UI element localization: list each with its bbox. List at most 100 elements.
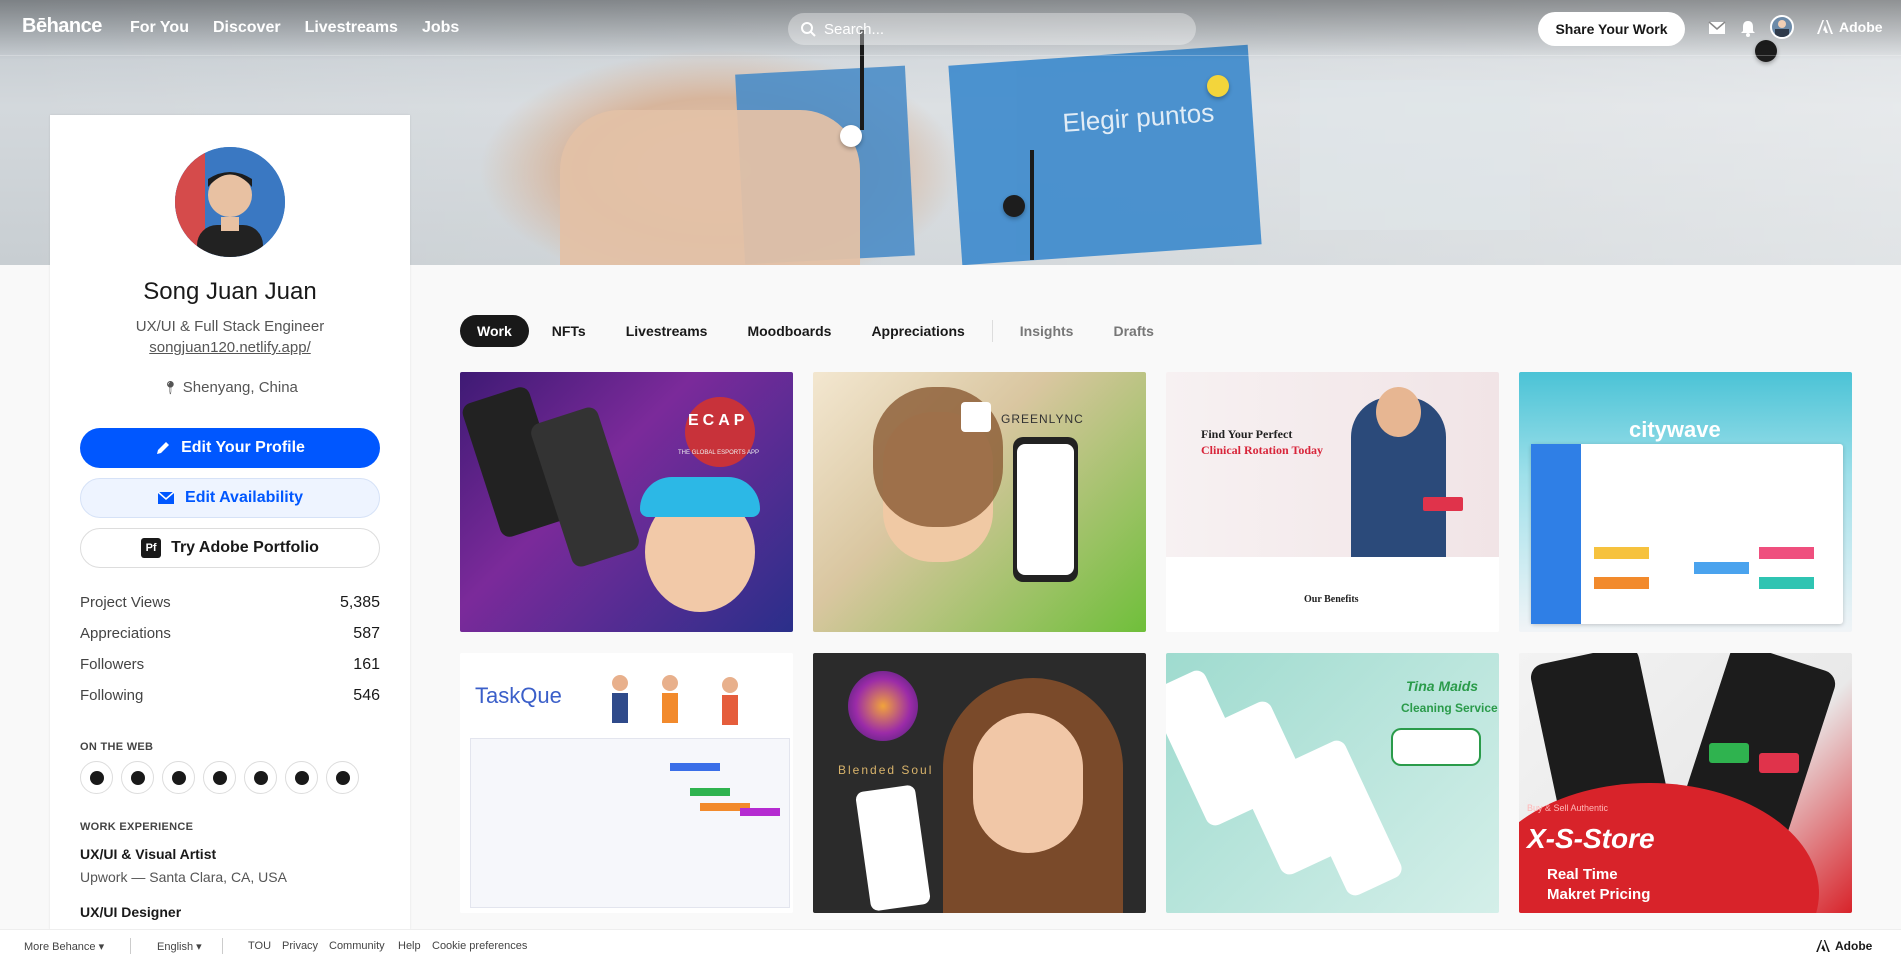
tab-nfts[interactable]: NFTs (535, 315, 603, 347)
language-selector[interactable]: English ▾ (157, 940, 202, 953)
tab-appreciations[interactable]: Appreciations (854, 315, 981, 347)
nav-for-you[interactable]: For You (130, 19, 189, 37)
banner-pin (840, 125, 862, 147)
footer-divider (130, 938, 131, 954)
project-card[interactable]: TaskQue (460, 653, 793, 913)
footer-link-community[interactable]: Community (329, 940, 385, 952)
footer-link-cookies[interactable]: Cookie preferences (432, 940, 527, 952)
project-card[interactable]: ECAP THE GLOBAL ESPORTS APP (460, 372, 793, 632)
woman-face (973, 713, 1083, 853)
profile-website-link[interactable]: songjuan120.netlify.app/ (50, 339, 410, 356)
adobe-icon (1816, 940, 1830, 952)
footer-link-help[interactable]: Help (398, 940, 421, 952)
gantt-bar (690, 788, 730, 796)
behance-logo[interactable]: Bēhance (22, 15, 102, 38)
phone-screen (1017, 444, 1074, 575)
linkedin-icon[interactable] (121, 761, 154, 794)
stat-value: 587 (353, 625, 380, 642)
project-extra: Makret Pricing (1547, 886, 1651, 903)
try-adobe-portfolio-button[interactable]: Pf Try Adobe Portfolio (80, 528, 380, 568)
share-your-work-button[interactable]: Share Your Work (1538, 12, 1685, 46)
more-behance-menu[interactable]: More Behance ▾ (24, 940, 104, 953)
nav-livestreams[interactable]: Livestreams (305, 19, 398, 37)
tab-insights[interactable]: Insights (1003, 315, 1091, 347)
project-card[interactable]: Find Your Perfect Clinical Rotation Toda… (1166, 372, 1499, 632)
section-heading: Our Benefits (1304, 594, 1359, 605)
project-card[interactable]: citywave (1519, 372, 1852, 632)
mail-icon (157, 491, 175, 504)
job-title: UX/UI & Visual Artist (80, 846, 217, 862)
stat-label: Appreciations (80, 625, 171, 642)
dribbble-icon[interactable] (162, 761, 195, 794)
stat-following[interactable]: Following 546 (80, 687, 380, 718)
try-portfolio-label: Try Adobe Portfolio (171, 539, 319, 556)
more-behance-label: More Behance (24, 941, 96, 953)
notification-bell-icon[interactable] (1738, 18, 1758, 38)
profile-name: Song Juan Juan (143, 278, 317, 305)
mail-icon[interactable] (1707, 18, 1727, 38)
project-title: citywave (1629, 417, 1721, 442)
user-avatar[interactable] (1770, 15, 1794, 39)
job-title: UX/UI Designer (80, 904, 182, 920)
tab-livestreams[interactable]: Livestreams (609, 315, 725, 347)
sell-price-chip (1759, 753, 1799, 773)
adobe-link[interactable]: Adobe (1817, 19, 1883, 35)
tab-moodboards[interactable]: Moodboards (730, 315, 848, 347)
greenlync-logo (961, 402, 991, 432)
location-pin-icon: 📍︎ (162, 380, 179, 395)
tab-divider (991, 320, 993, 342)
project-card[interactable]: Tina Maids Cleaning Service (1166, 653, 1499, 913)
project-title: TaskQue (475, 683, 562, 708)
profile-location: 📍︎ Shenyang, China (50, 379, 410, 396)
tab-drafts[interactable]: Drafts (1096, 315, 1170, 347)
project-card[interactable]: Buy & Sell Authentic X-S-Store Real Time… (1519, 653, 1852, 913)
adobe-label: Adobe (1835, 939, 1873, 953)
adobe-label: Adobe (1839, 19, 1883, 35)
calendar-event (1759, 577, 1814, 589)
edit-availability-button[interactable]: Edit Availability (80, 478, 380, 518)
project-card[interactable]: Blended Soul (813, 653, 1146, 913)
search-input[interactable] (824, 20, 1184, 38)
profile-avatar[interactable] (175, 147, 285, 257)
twitter-icon[interactable] (326, 761, 359, 794)
facebook-icon[interactable] (80, 761, 113, 794)
top-navigation: Bēhance For You Discover Livestreams Job… (0, 0, 1901, 56)
calendar-event (1594, 577, 1649, 589)
phone-mockup (854, 784, 932, 912)
search-bar[interactable] (788, 13, 1196, 45)
stat-value: 161 (353, 656, 380, 673)
gantt-bar (670, 763, 720, 771)
footer-divider (222, 938, 223, 954)
job-subtitle: Upwork — Santa Clara, CA, USA (80, 869, 287, 885)
stat-project-views: Project Views 5,385 (80, 594, 380, 625)
nav-discover[interactable]: Discover (213, 19, 281, 37)
work-experience-heading: WORK EXPERIENCE (80, 821, 194, 833)
footer-link-privacy[interactable]: Privacy (282, 940, 318, 952)
footer-link-tou[interactable]: TOU (248, 940, 271, 952)
tab-work[interactable]: Work (460, 315, 529, 347)
adobe-icon (1817, 20, 1833, 34)
project-card[interactable]: GREENLYNC (813, 372, 1146, 632)
calendar-event (1594, 547, 1649, 559)
banner-card (1300, 80, 1530, 230)
youtube-icon[interactable] (244, 761, 277, 794)
calendar-event (1694, 562, 1749, 574)
ecap-badge (685, 397, 755, 467)
adobe-portfolio-icon: Pf (141, 538, 162, 558)
banner-pin (1207, 75, 1229, 97)
project-title: Find Your Perfect (1201, 427, 1293, 441)
pinterest-icon[interactable] (203, 761, 236, 794)
van-illustration (1391, 728, 1481, 766)
github-icon[interactable] (285, 761, 318, 794)
location-text: Shenyang, China (182, 379, 298, 396)
footer-adobe-link[interactable]: Adobe (1816, 939, 1872, 953)
project-title: Tina Maids (1406, 678, 1479, 694)
project-title: X-S-Store (1527, 823, 1655, 854)
nav-jobs[interactable]: Jobs (422, 19, 459, 37)
project-subtitle: Clinical Rotation Today (1201, 443, 1324, 457)
edit-profile-button[interactable]: Edit Your Profile (80, 428, 380, 468)
stat-followers[interactable]: Followers 161 (80, 656, 380, 687)
profile-tabs: Work NFTs Livestreams Moodboards Appreci… (460, 315, 1171, 347)
banner-string (1030, 150, 1034, 260)
stat-value: 546 (353, 687, 380, 704)
